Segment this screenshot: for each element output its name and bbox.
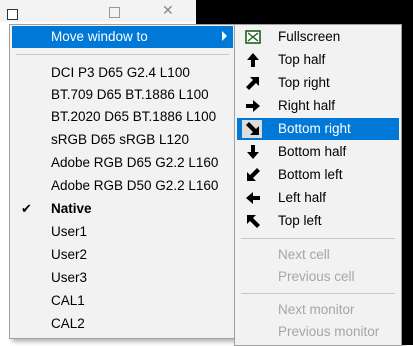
submenu-arrow-icon xyxy=(222,31,227,41)
window-icon xyxy=(7,9,18,20)
maximize-icon xyxy=(109,7,120,18)
menu-item-label: Previous monitor xyxy=(278,324,380,339)
menu-item-label: User3 xyxy=(51,270,88,285)
menu-item-label: Move window to xyxy=(51,29,148,44)
background-window xyxy=(196,0,413,24)
menu-item-preset[interactable]: BT.2020 D65 BT.1886 L100 xyxy=(12,106,233,128)
arrow-up-icon xyxy=(247,53,259,67)
menu-item-label: Native xyxy=(51,201,92,216)
menu-item-label: Bottom half xyxy=(278,144,347,159)
menu-item-user[interactable]: User2 xyxy=(12,244,233,266)
background-window-titlebar: ✕ xyxy=(0,0,196,22)
menu-item-bottom-right[interactable]: Bottom right xyxy=(237,118,399,140)
menu-item-user[interactable]: User1 xyxy=(12,221,233,243)
menu-item-bottom-half[interactable]: Bottom half xyxy=(237,141,399,163)
menu-item-next-cell[interactable]: Next cell xyxy=(237,244,399,266)
menu-item-preset[interactable]: DCI P3 D65 G2.4 L100 xyxy=(12,62,233,84)
menu-item-previous-cell[interactable]: Previous cell xyxy=(237,266,399,288)
menu-item-preset[interactable]: Adobe RGB D50 G2.2 L160 xyxy=(12,175,233,197)
menu-item-bottom-left[interactable]: Bottom left xyxy=(237,164,399,186)
menu-item-label: Next monitor xyxy=(278,302,355,317)
menu-item-preset[interactable]: sRGB D65 sRGB L120 xyxy=(12,129,233,151)
move-window-submenu: Fullscreen Top half Top right Right half… xyxy=(234,24,402,346)
menu-item-preset[interactable]: Adobe RGB D65 G2.2 L160 xyxy=(12,152,233,174)
checkmark-icon: ✔ xyxy=(21,201,32,216)
menu-item-label: Top left xyxy=(278,213,322,228)
menu-item-right-half[interactable]: Right half xyxy=(237,95,399,117)
menu-item-label: sRGB D65 sRGB L120 xyxy=(51,132,190,147)
menu-item-label: Adobe RGB D65 G2.2 L160 xyxy=(51,155,219,170)
menu-item-label: BT.2020 D65 BT.1886 L100 xyxy=(51,109,217,124)
arrow-down-right-icon xyxy=(246,122,259,135)
close-icon: ✕ xyxy=(162,2,174,18)
menu-item-label: Adobe RGB D50 G2.2 L160 xyxy=(51,178,219,193)
menu-item-cal[interactable]: CAL2 xyxy=(12,313,233,335)
menu-item-left-half[interactable]: Left half xyxy=(237,187,399,209)
menu-item-next-monitor[interactable]: Next monitor xyxy=(237,299,399,321)
menu-item-preset[interactable]: BT.709 D65 BT.1886 L100 xyxy=(12,84,233,106)
menu-item-move-window-to[interactable]: Move window to xyxy=(12,26,233,48)
menu-item-label: CAL2 xyxy=(51,316,85,331)
menu-item-label: User1 xyxy=(51,224,88,239)
menu-item-native[interactable]: ✔ Native xyxy=(12,198,233,220)
menu-separator xyxy=(241,238,395,239)
menu-item-label: CAL1 xyxy=(51,293,85,308)
arrow-down-left-icon xyxy=(247,168,260,181)
menu-item-label: DCI P3 D65 G2.4 L100 xyxy=(51,65,190,80)
arrow-right-icon xyxy=(246,100,260,112)
menu-item-user[interactable]: User3 xyxy=(12,267,233,289)
menu-item-label: Left half xyxy=(278,190,327,205)
menu-item-previous-monitor[interactable]: Previous monitor xyxy=(237,321,399,343)
menu-item-label: Next cell xyxy=(278,247,330,262)
fullscreen-icon xyxy=(245,30,261,44)
menu-item-label: User2 xyxy=(51,247,88,262)
menu-item-label: Top right xyxy=(278,75,330,90)
menu-item-fullscreen[interactable]: Fullscreen xyxy=(237,26,399,48)
menu-item-top-half[interactable]: Top half xyxy=(237,49,399,71)
menu-item-label: Top half xyxy=(278,52,326,67)
menu-item-top-right[interactable]: Top right xyxy=(237,72,399,94)
menu-item-top-left[interactable]: Top left xyxy=(237,210,399,232)
arrow-up-right-icon xyxy=(246,77,259,90)
menu-item-label: Fullscreen xyxy=(278,29,341,44)
arrow-left-icon xyxy=(246,192,260,204)
menu-item-label: BT.709 D65 BT.1886 L100 xyxy=(51,87,209,102)
menu-item-cal[interactable]: CAL1 xyxy=(12,290,233,312)
menu-item-label: Bottom left xyxy=(278,167,343,182)
menu-item-label: Bottom right xyxy=(278,121,351,136)
menu-item-label: Right half xyxy=(278,98,336,113)
context-menu: Move window to DCI P3 D65 G2.4 L100 BT.7… xyxy=(9,24,236,339)
menu-separator xyxy=(16,54,229,55)
arrow-down-icon xyxy=(247,145,259,159)
arrow-up-left-icon xyxy=(247,215,260,228)
menu-item-label: Previous cell xyxy=(278,269,355,284)
menu-separator xyxy=(241,293,395,294)
